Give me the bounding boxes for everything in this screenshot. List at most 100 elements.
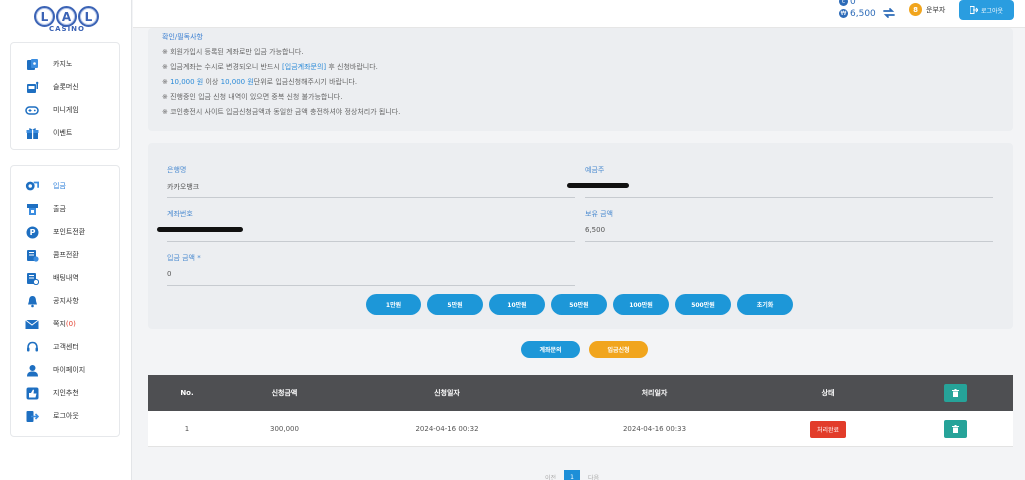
amount-button-50k[interactable]: 5만원: [427, 294, 483, 315]
amount-button-5m[interactable]: 500만원: [675, 294, 731, 315]
status-badge: 처리완료: [809, 420, 847, 438]
user-info[interactable]: 8 운부자: [909, 3, 945, 16]
column-header: 처리일자: [641, 389, 668, 397]
account-label: 계좌번호: [167, 210, 193, 218]
won-icon: ₩: [839, 9, 848, 18]
cash-balance: 6,500: [850, 9, 876, 19]
amount-button-500k[interactable]: 50만원: [551, 294, 607, 315]
delete-row-button[interactable]: [944, 420, 967, 438]
holder-label: 예금주: [585, 166, 605, 174]
column-header: No.: [180, 389, 194, 397]
page-button-current[interactable]: 1: [564, 470, 581, 480]
thumbs-up-icon: [25, 386, 39, 400]
notice-highlight: [입금계좌문의]: [282, 63, 327, 71]
balance-label: 보유 금액: [585, 210, 613, 218]
table-row: 1 300,000 2024-04-16 00:32 2024-04-16 00…: [148, 411, 1013, 447]
sidebar-item-logout[interactable]: 로그아웃: [11, 405, 119, 427]
amount-button-1m[interactable]: 100만원: [613, 294, 669, 315]
logo-letter: A: [56, 6, 77, 27]
casino-icon: [25, 57, 39, 71]
column-header: 신청금액: [271, 389, 298, 397]
logout-label: 로그아웃: [980, 7, 1004, 15]
gamepad-icon: [25, 103, 39, 117]
refresh-icon[interactable]: [882, 6, 896, 20]
deposit-history-table: No. 신청금액 신청일자 처리일자 상태 1 300,000 2024-04-…: [148, 375, 1013, 447]
sidebar-item-withdraw[interactable]: 출금: [11, 198, 119, 220]
sidebar-item-label: 미니게임: [53, 106, 79, 114]
gift-icon: [25, 126, 39, 140]
amount-button-10k[interactable]: 1만원: [366, 294, 421, 315]
sidebar-item-minigame[interactable]: 미니게임: [11, 99, 119, 121]
deposit-icon: [25, 179, 39, 193]
balance-field: 보유 금액 6,500: [585, 209, 993, 242]
sidebar-item-label: 카지노: [53, 60, 73, 68]
sidebar-item-event[interactable]: 이벤트: [11, 122, 119, 144]
row-processed-date: 2024-04-16 00:33: [622, 425, 687, 433]
bell-icon: [25, 294, 39, 308]
deposit-apply-button[interactable]: 입금신청: [589, 341, 648, 358]
trash-icon: [952, 389, 959, 397]
notice-text: ※ 입금계좌는 수시로 변경되오니 반드시: [162, 63, 283, 71]
sidebar-item-betting-history[interactable]: 배팅내역: [11, 267, 119, 289]
sidebar-item-label: 마이페이지: [53, 366, 86, 374]
sidebar-item-referral[interactable]: 지인추천: [11, 382, 119, 404]
logout-icon: [969, 6, 978, 14]
sidebar-item-mypage[interactable]: 마이페이지: [11, 359, 119, 381]
row-no: 1: [184, 425, 190, 433]
notice-line: ※ 회원가입시 등록된 계좌로만 입금 가능합니다.: [162, 48, 304, 56]
row-status-cell: 처리완료: [758, 411, 898, 447]
reset-button[interactable]: 초기화: [737, 294, 793, 315]
sidebar-item-notice[interactable]: 공지사항: [11, 290, 119, 312]
username: 운부자: [926, 5, 946, 14]
sidebar-item-comp[interactable]: 콤프전환: [11, 244, 119, 266]
sidebar-item-support[interactable]: 고객센터: [11, 336, 119, 358]
sidebar-item-text: 쪽지: [53, 320, 66, 328]
slot-machine-icon: [25, 80, 39, 94]
delete-all-button[interactable]: [944, 384, 967, 402]
level-badge: 8: [909, 3, 922, 16]
amount-buttons: 1만원 5만원 10만원 50만원 100만원 500만원 초기화: [366, 294, 793, 315]
sidebar-item-label: 공지사항: [53, 297, 79, 305]
sidebar-item-label: 로그아웃: [53, 412, 79, 420]
delete-all-cell: [898, 375, 1013, 411]
logout-button[interactable]: 로그아웃: [959, 0, 1014, 20]
sidebar-item-label: 지인추천: [53, 389, 79, 397]
trash-icon: [952, 425, 959, 433]
site-logo[interactable]: L A L CASINO: [34, 6, 100, 40]
sidebar-item-message[interactable]: 쪽지(0): [11, 313, 119, 335]
next-page[interactable]: 다음: [588, 473, 599, 480]
account-inquiry-button[interactable]: 계좌문의: [521, 341, 580, 358]
sidebar-item-slot[interactable]: 슬롯머신: [11, 76, 119, 98]
notice-line: ※ 입금계좌는 수시로 변경되오니 반드시 [입금계좌문의] 후 신청바랍니다.: [162, 60, 999, 75]
sidebar-item-deposit[interactable]: 입금: [11, 175, 119, 197]
amount-input[interactable]: 0: [167, 270, 575, 286]
notice-highlight: 10,000 원: [220, 78, 254, 86]
logo-letter: L: [78, 6, 99, 27]
sidebar-item-label: 이벤트: [53, 129, 73, 137]
amount-button-100k[interactable]: 10만원: [489, 294, 545, 315]
notice-line: ※ 10,000 원 이상 10,000 원단위로 입금신청해주시기 바랍니다.: [162, 75, 999, 90]
notice-highlight: 10,000 원: [170, 78, 204, 86]
account-field: 계좌번호: [157, 209, 575, 242]
sidebar-item-casino[interactable]: 카지노: [11, 53, 119, 75]
logo-letter: L: [34, 6, 55, 27]
sidebar-item-label: 배팅내역: [53, 274, 79, 282]
game-menu: 카지노 슬롯머신 미니게임 이벤트: [10, 42, 120, 150]
row-applied-date: 2024-04-16 00:32: [415, 425, 479, 433]
bank-field: 은행명 카카오뱅크: [167, 165, 575, 198]
wallet-balance: c0 ₩6,500: [839, 0, 876, 20]
sidebar-item-label: 콤프전환: [53, 251, 79, 259]
sidebar-item-point[interactable]: P 포인트전환: [11, 221, 119, 243]
mail-icon: [25, 317, 39, 331]
logout-icon: [25, 409, 39, 423]
prev-page[interactable]: 이전: [545, 473, 556, 480]
coin-icon: c: [839, 0, 848, 6]
headset-icon: [25, 340, 39, 354]
sidebar-item-label: 입금: [53, 182, 66, 190]
user-icon: [25, 363, 39, 377]
bank-value: 카카오뱅크: [167, 182, 575, 198]
account-menu: 입금 출금 P 포인트전환 콤프전환 배팅내역 공지사항 쪽지(0) 고객센터: [10, 165, 120, 437]
comp-icon: [25, 248, 39, 262]
amount-field[interactable]: 입금 금액 * 0: [167, 253, 575, 286]
holder-field: 예금주: [567, 165, 993, 198]
